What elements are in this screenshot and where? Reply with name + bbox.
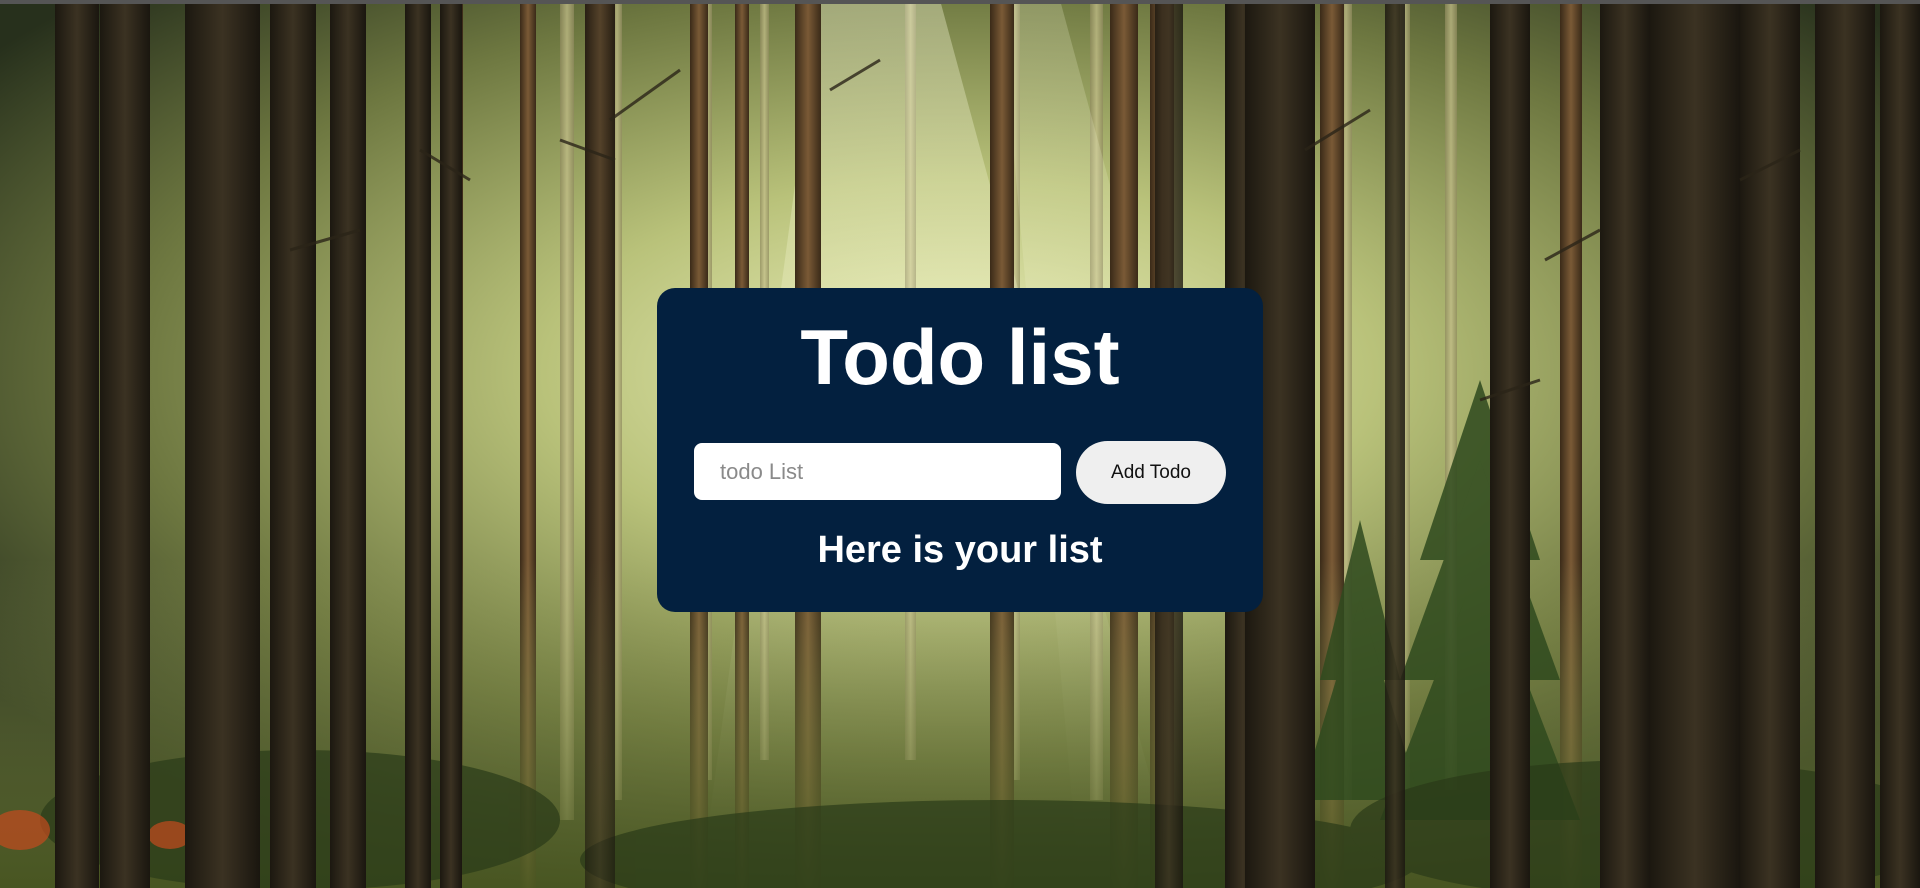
page: Todo list Add Todo Here is your list <box>0 0 1920 888</box>
add-todo-button[interactable]: Add Todo <box>1076 441 1226 504</box>
page-title: Todo list <box>800 313 1120 401</box>
window-top-edge <box>0 0 1920 4</box>
todo-input[interactable] <box>694 443 1061 500</box>
list-heading: Here is your list <box>817 529 1103 571</box>
todo-card: Todo list Add Todo Here is your list <box>657 288 1263 612</box>
